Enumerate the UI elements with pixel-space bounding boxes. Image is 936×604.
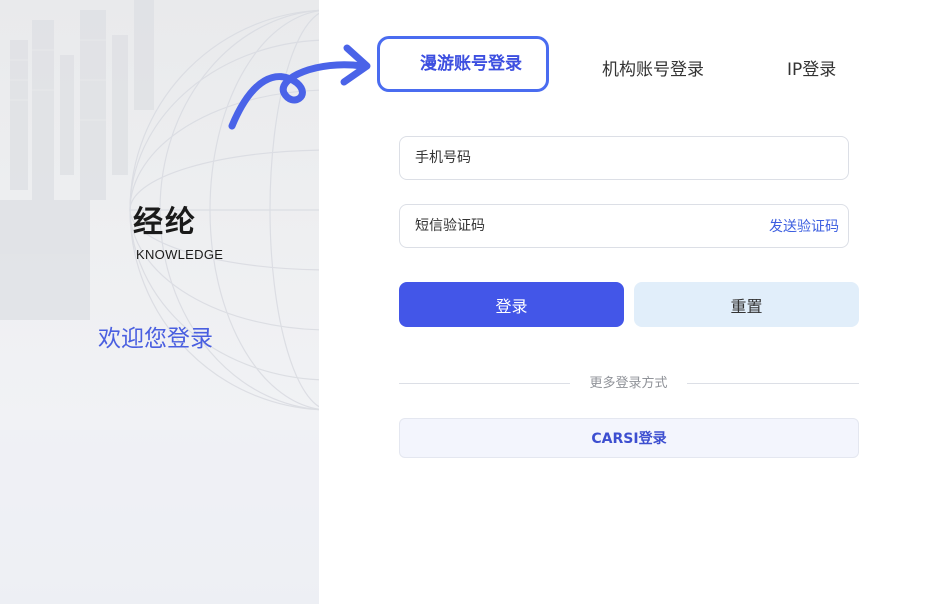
more-login-methods-text: 更多登录方式 bbox=[589, 376, 668, 391]
reset-button[interactable]: 重置 bbox=[634, 282, 859, 327]
sms-code-field-wrapper: 发送验证码 bbox=[399, 204, 849, 248]
welcome-text: 欢迎您登录 bbox=[98, 326, 213, 352]
send-code-link[interactable]: 发送验证码 bbox=[769, 218, 839, 236]
logo-chinese-text: 经纶 bbox=[133, 205, 197, 240]
tab-ip-login[interactable]: IP登录 bbox=[787, 58, 836, 82]
logo-english-text: KNOWLEDGE bbox=[136, 247, 224, 262]
divider-right bbox=[687, 383, 859, 384]
carsi-login-button[interactable]: CARSI登录 bbox=[399, 418, 859, 458]
login-page: 经纶 KNOWLEDGE 欢迎您登录 漫游账号登录 机构账号登录 IP登录 发送… bbox=[0, 0, 936, 604]
divider-left bbox=[399, 383, 570, 384]
tab-institution-account-login[interactable]: 机构账号登录 bbox=[602, 58, 704, 82]
tab-roaming-account-login[interactable]: 漫游账号登录 bbox=[377, 36, 549, 92]
curved-arrow-icon bbox=[228, 44, 371, 130]
phone-number-input[interactable] bbox=[400, 137, 848, 179]
knowledge-logo: 经纶 KNOWLEDGE bbox=[93, 186, 233, 290]
login-button[interactable]: 登录 bbox=[399, 282, 624, 327]
phone-field-wrapper bbox=[399, 136, 849, 180]
